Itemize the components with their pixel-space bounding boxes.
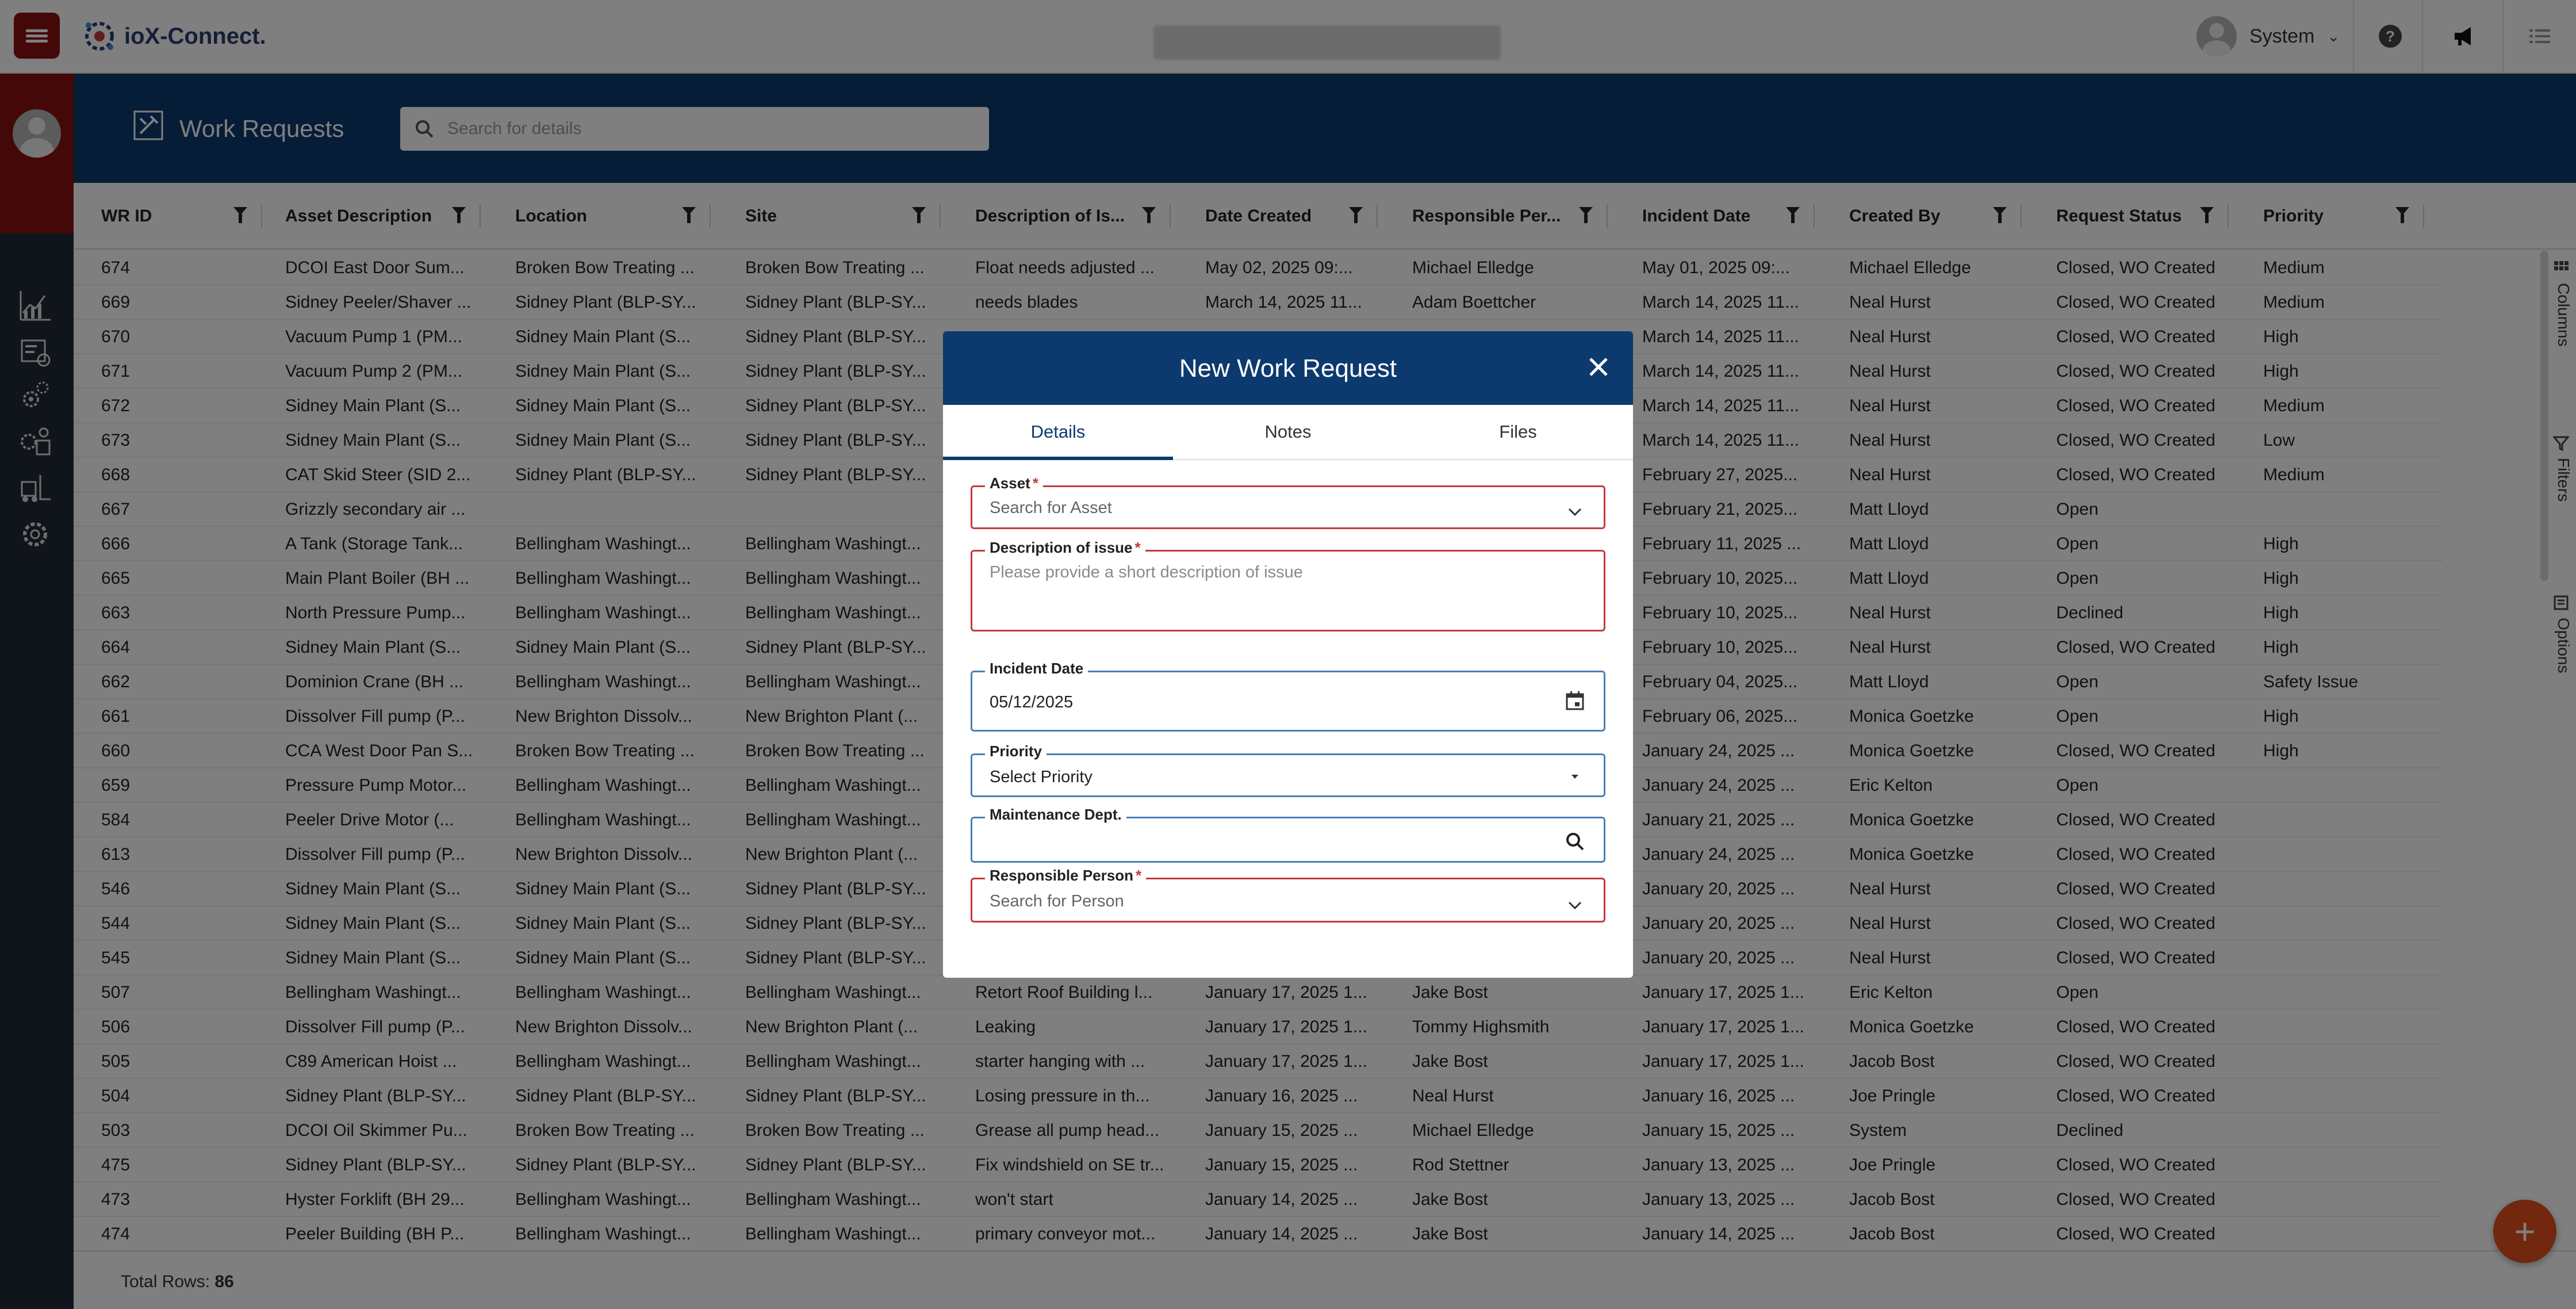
priority-select[interactable]: Priority Select Priority [971,742,1605,797]
calendar-icon[interactable] [1563,690,1586,713]
tab-details[interactable]: Details [943,405,1173,460]
asset-label: Asset * [985,474,1043,492]
maintenance-dept-field[interactable]: Maintenance Dept. [971,806,1605,863]
responsible-person-placeholder: Search for Person [990,892,1124,910]
priority-label: Priority [985,742,1047,760]
incident-date-label: Incident Date [985,660,1088,678]
responsible-person-field[interactable]: Responsible Person * Search for Person [971,867,1605,923]
responsible-person-label: Responsible Person * [985,867,1147,885]
incident-date-field[interactable]: Incident Date 05/12/2025 [971,660,1605,732]
dialog-tabs: Details Notes Files [943,405,1633,460]
description-field[interactable]: Description of issue * Please provide a s… [971,539,1605,631]
close-icon [1589,358,1608,376]
tab-notes[interactable]: Notes [1173,405,1403,460]
dialog-header: New Work Request [943,331,1633,405]
priority-value: Select Priority [990,768,1092,786]
asset-placeholder: Search for Asset [990,499,1112,517]
asset-field[interactable]: Asset * Search for Asset [971,474,1605,529]
dialog-title: New Work Request [1179,354,1397,382]
description-placeholder: Please provide a short description of is… [990,563,1303,581]
tab-files[interactable]: Files [1403,405,1633,460]
search-icon[interactable] [1563,830,1586,853]
description-label: Description of issue * [985,539,1145,557]
chevron-down-icon[interactable] [1563,500,1586,523]
new-work-request-dialog: New Work Request Details Notes Files Ass… [943,331,1633,978]
caret-down-icon [1571,775,1578,779]
maintenance-dept-label: Maintenance Dept. [985,806,1126,824]
incident-date-value: 05/12/2025 [990,693,1074,711]
chevron-down-icon[interactable] [1563,893,1586,916]
close-button[interactable] [1580,349,1617,385]
